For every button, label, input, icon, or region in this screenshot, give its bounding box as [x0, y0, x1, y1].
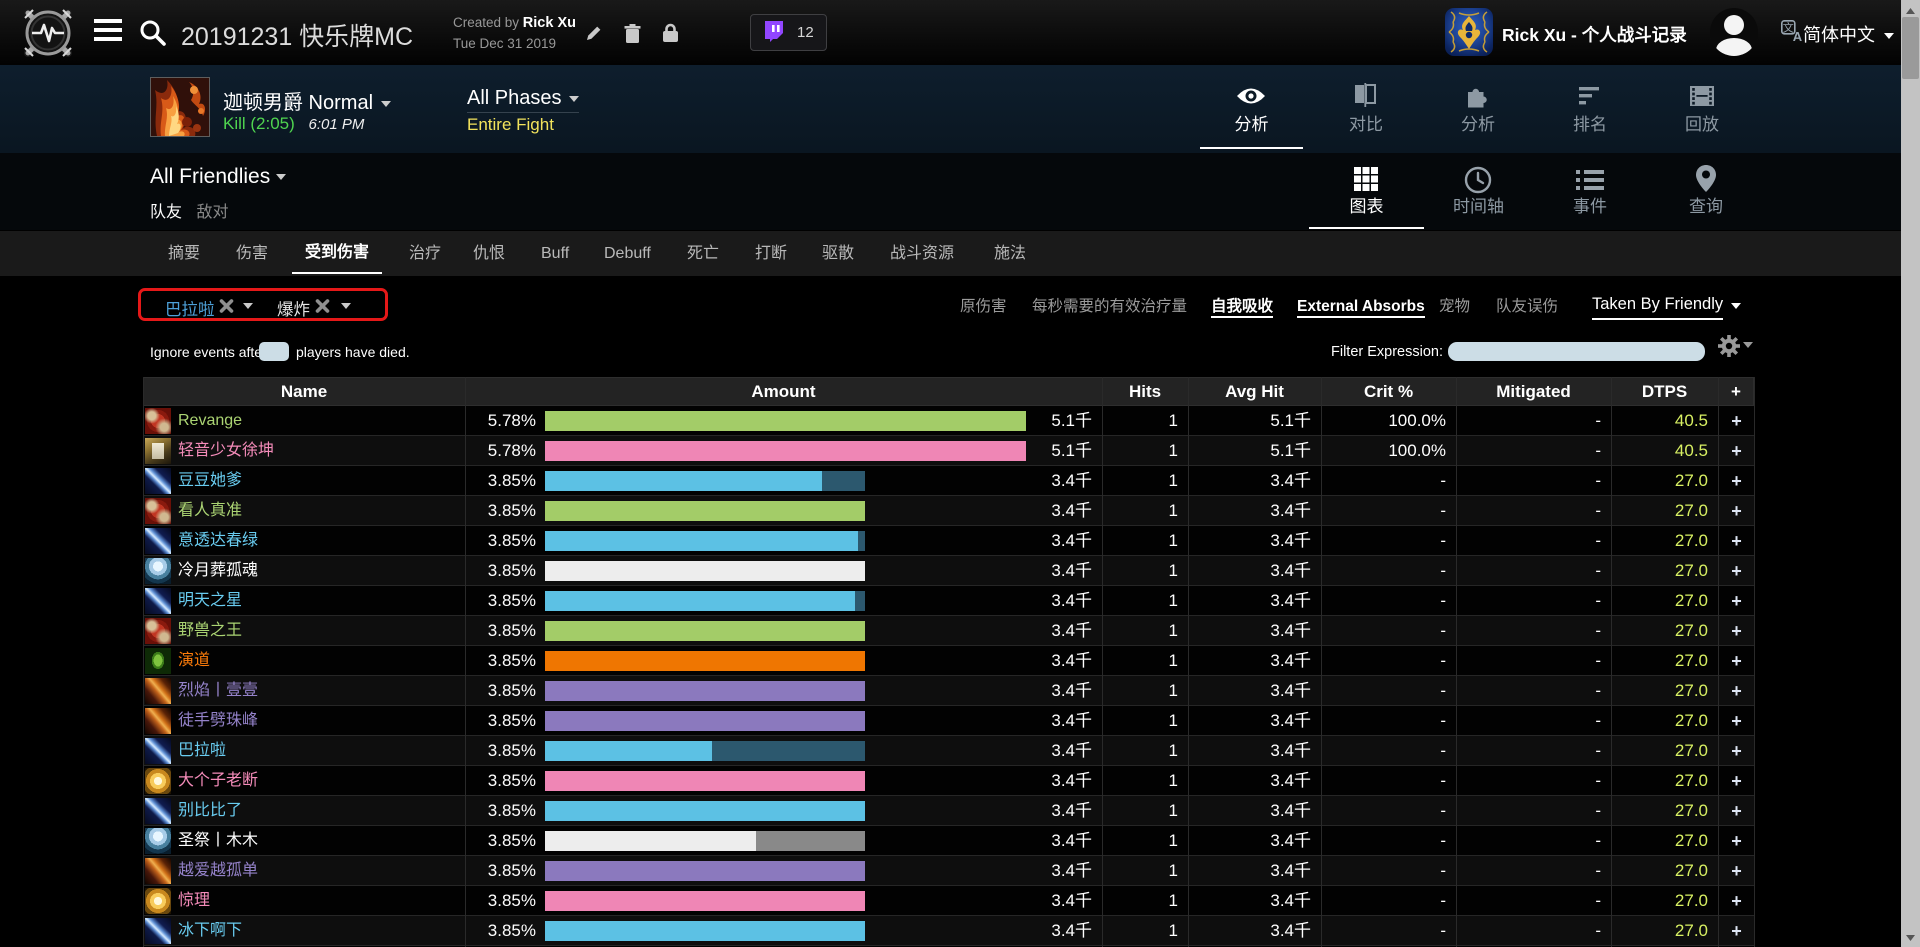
svg-text:A: A	[1793, 29, 1803, 42]
